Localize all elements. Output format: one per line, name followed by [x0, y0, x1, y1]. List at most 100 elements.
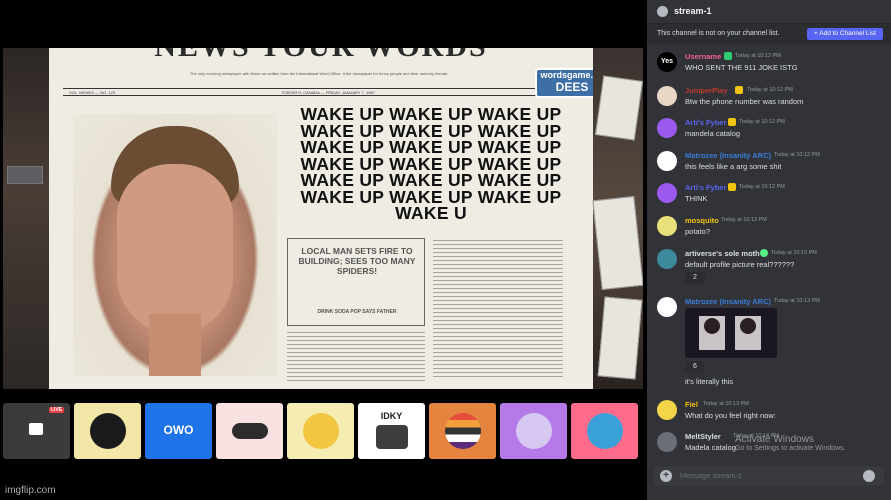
shared-screen[interactable]: NEWS YOUR WORDS The only morning newspap… [3, 48, 643, 389]
newspaper-tagline: The only morning newspaper with those si… [189, 71, 449, 76]
article-text-column [287, 332, 425, 382]
participant-tile[interactable] [216, 403, 283, 459]
message-text: it's literally this [685, 377, 734, 386]
avatar[interactable] [657, 216, 677, 236]
paper-sheet [592, 196, 643, 290]
message-author[interactable]: MeltStyler [685, 432, 721, 441]
avatar [90, 413, 126, 449]
add-to-channel-list-button[interactable]: + Add to Channel List [807, 28, 883, 40]
avatar[interactable] [657, 249, 677, 269]
avatar[interactable] [657, 297, 677, 317]
avatar[interactable] [657, 432, 677, 452]
avatar [303, 413, 339, 449]
status-icon [760, 249, 768, 257]
emoji-icon[interactable] [863, 470, 875, 482]
stream-topbar [0, 0, 647, 48]
avatar[interactable] [657, 183, 677, 203]
message-text: What do you feel right now: [685, 411, 776, 420]
avatar[interactable] [657, 400, 677, 420]
participant-tile[interactable] [74, 403, 141, 459]
message-text: this feels like a arg some shit [685, 162, 782, 171]
desktop-background-right [592, 48, 643, 389]
avatar[interactable] [657, 86, 677, 106]
paper-sheet [597, 296, 643, 380]
message-timestamp: Today at 10:12 PM [747, 87, 793, 93]
avatar [376, 425, 408, 449]
participant-tile[interactable]: OWO [145, 403, 212, 459]
message-timestamp: Today at 10:12 PM [735, 53, 781, 59]
participant-strip: LIVE OWO IDKY [3, 401, 643, 461]
message-text: THINK [685, 194, 708, 203]
message-timestamp: Today at 10:13 PM [771, 250, 817, 256]
plus-icon[interactable]: + [660, 470, 672, 482]
paper-sheet [595, 75, 643, 141]
message-timestamp: Today at 10:13 PM [721, 217, 767, 223]
message-author[interactable]: Matrozee (Insanity ARC) [685, 297, 771, 306]
reaction-count: 2 [693, 274, 697, 281]
attachment-hair [704, 318, 720, 334]
reaction-chip[interactable]: 2 [685, 272, 705, 284]
stream-window: NEWS YOUR WORDS The only morning newspap… [0, 0, 891, 500]
article-box-subtitle: DRINK SODA POP SAYS FATHER [317, 309, 397, 315]
participant-tile[interactable] [500, 403, 567, 459]
dateline-center: TORONTO, CANADA — FRIDAY, JANUARY 7, 196… [281, 90, 375, 95]
participant-tile[interactable] [287, 403, 354, 459]
article-text-column [433, 240, 563, 380]
message-author[interactable]: Arti's Fyber [685, 183, 726, 192]
message-text: potato? [685, 227, 711, 236]
avatar[interactable]: Yes [657, 52, 677, 72]
participant-tile[interactable] [571, 403, 638, 459]
role-icon [735, 86, 743, 94]
message-text: Btw the phone number was random [685, 97, 804, 106]
desktop-background-left [3, 48, 49, 389]
photo-neck [149, 314, 201, 376]
message-author[interactable]: Fiel [685, 400, 698, 409]
imgflip-watermark: imgflip.com [5, 485, 56, 496]
headline-line: WAKE U [395, 203, 467, 223]
avatar [516, 413, 552, 449]
message-author[interactable]: Matrozee (Insanity ARC) [685, 151, 771, 160]
chat-header: stream-1 [647, 0, 891, 24]
newspaper-page: NEWS YOUR WORDS The only morning newspap… [49, 48, 609, 389]
avatar [587, 413, 623, 449]
live-badge: LIVE [49, 407, 65, 413]
channel-title: stream-1 [674, 6, 712, 16]
message-author[interactable]: artiverse's sole moth [685, 249, 760, 258]
reaction-count: 6 [693, 363, 697, 370]
activate-windows-overlay: Activate Windows Go to Settings to activ… [735, 434, 846, 452]
message-input[interactable]: Message stream-1 [680, 471, 742, 480]
message-text: default profile picture real?????? [685, 260, 795, 269]
newspaper-masthead: NEWS YOUR WORDS [49, 48, 593, 64]
message-author[interactable]: Username [685, 52, 721, 61]
article-box: LOCAL MAN SETS FIRE TO BUILDING; SEES TO… [287, 238, 425, 326]
role-icon [724, 52, 732, 60]
reaction-chip[interactable]: 6 [685, 361, 705, 373]
message-author[interactable]: JuniperPlay [685, 86, 728, 95]
message-timestamp: Today at 10:12 PM [739, 119, 785, 125]
notice-text: This channel is not on your channel list… [657, 30, 780, 37]
role-icon [728, 118, 736, 126]
message-composer[interactable]: + Message stream-1 [654, 466, 884, 486]
avatar[interactable] [657, 151, 677, 171]
image-attachment[interactable] [685, 308, 777, 358]
faceless-man-photo [73, 114, 277, 376]
avatar[interactable] [657, 118, 677, 138]
message-text: mandela catalog [685, 129, 741, 138]
photo-face [117, 164, 233, 334]
newspaper-headline: WAKE UP WAKE UP WAKE UP WAKE UP WAKE UP … [299, 106, 563, 222]
message-timestamp: Today at 10:13 PM [774, 298, 820, 304]
avatar [232, 423, 268, 439]
tile-label: OWO [163, 423, 194, 437]
message-timestamp: Today at 10:12 PM [739, 184, 785, 190]
attachment-hair [740, 318, 756, 334]
newspaper-dateline: VOL. MCMXX — NO. 123 TORONTO, CANADA — F… [63, 88, 563, 96]
message-author[interactable]: mosquito [685, 216, 719, 225]
camera-icon [29, 423, 43, 435]
chat-panel: stream-1 This channel is not on your cha… [647, 0, 891, 500]
channel-notice: This channel is not on your channel list… [647, 24, 891, 44]
thread-icon [657, 6, 668, 17]
message-author[interactable]: Arti's Fyber [685, 118, 726, 127]
participant-tile[interactable]: IDKY [358, 403, 425, 459]
participant-tile-stream[interactable]: LIVE [3, 403, 70, 459]
participant-tile[interactable] [429, 403, 496, 459]
